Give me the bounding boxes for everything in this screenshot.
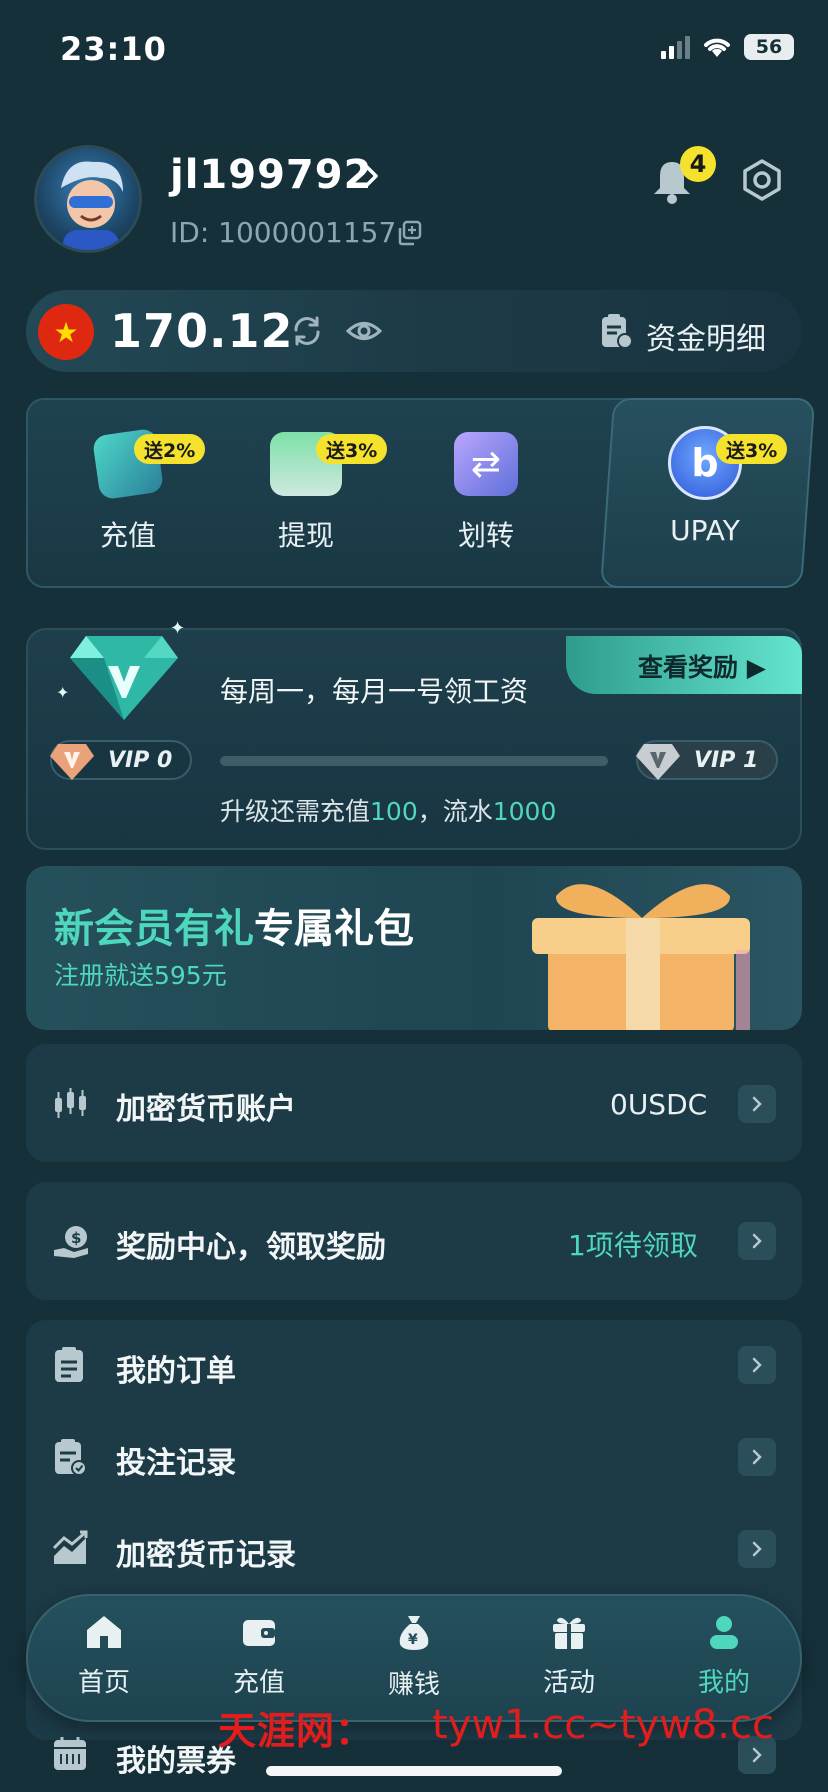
cellular-signal-icon <box>661 35 690 59</box>
nav-deposit[interactable]: 充值 <box>199 1614 319 1699</box>
watermark-text: 天涯网： <box>218 1708 375 1753</box>
refresh-icon[interactable] <box>290 314 324 348</box>
withdraw-bonus-tag: 送3% <box>316 434 388 464</box>
nav-activity[interactable]: 活动 <box>509 1614 629 1699</box>
vip-next-level: VIP 1 <box>694 747 759 773</box>
home-indicator[interactable] <box>266 1766 562 1776</box>
settings-icon[interactable] <box>740 158 784 202</box>
chevron-right-icon[interactable] <box>738 1346 776 1384</box>
crypto-account-value: 0USDC <box>610 1088 708 1121</box>
fund-details-icon[interactable] <box>600 313 632 349</box>
money-bag-icon: ¥ <box>399 1616 429 1650</box>
reward-coin-hand-icon: $ <box>54 1226 88 1258</box>
svg-text:✦: ✦ <box>170 618 185 639</box>
balance-amount: 170.12 <box>110 304 294 358</box>
svg-text:✦: ✦ <box>56 683 69 702</box>
withdraw-label: 提现 <box>277 519 334 552</box>
china-flag-icon: ★ <box>38 304 94 360</box>
vip-diamond-icon: ✦ ✦ <box>56 618 185 720</box>
new-member-title: 新会员有礼专属礼包 <box>54 906 414 952</box>
nav-activity-label: 活动 <box>542 1668 595 1698</box>
battery-indicator: 56 <box>744 34 794 60</box>
home-icon <box>87 1616 121 1648</box>
copy-icon[interactable] <box>396 220 422 246</box>
nav-mine[interactable]: 我的 <box>664 1614 784 1699</box>
reward-center-value: 1项待领取 <box>568 1229 698 1262</box>
status-icons: 56 <box>661 34 794 60</box>
status-time: 23:10 <box>60 30 167 68</box>
deposit-label: 充值 <box>99 519 156 552</box>
vip-current-level: VIP 0 <box>108 747 173 773</box>
menu-item-orders-label: 我的订单 <box>116 1354 236 1389</box>
username[interactable]: jl199792 <box>170 152 372 198</box>
deposit-bonus-tag: 送2% <box>134 434 206 464</box>
nav-earn[interactable]: ¥ 赚钱 <box>354 1614 474 1701</box>
user-icon <box>710 1616 738 1649</box>
notification-badge: 4 <box>680 146 716 182</box>
wifi-icon <box>704 38 730 57</box>
chevron-right-icon[interactable] <box>738 1438 776 1476</box>
gift-icon <box>553 1617 585 1649</box>
svg-text:$: $ <box>71 1229 81 1247</box>
nav-home-label: 首页 <box>77 1668 130 1698</box>
menu-item-bet-records-label: 投注记录 <box>116 1446 236 1481</box>
eye-icon[interactable] <box>346 314 382 348</box>
transfer-action[interactable]: ⇄ 划转 <box>426 432 546 554</box>
upay-label: UPAY <box>670 514 740 547</box>
bet-record-icon <box>55 1439 87 1476</box>
crypto-account-label: 加密货币账户 <box>116 1092 296 1127</box>
nav-mine-label: 我的 <box>697 1668 750 1698</box>
user-id: ID: 1000001157 <box>170 216 397 249</box>
transfer-label: 划转 <box>457 519 514 552</box>
chevron-right-icon[interactable] <box>362 163 382 189</box>
vip-headline: 每周一，每月一号领工资 <box>220 675 529 708</box>
transfer-icon: ⇄ <box>454 432 518 496</box>
avatar[interactable] <box>34 145 142 253</box>
nav-deposit-label: 充值 <box>232 1668 285 1698</box>
upay-bonus-tag: 送3% <box>716 434 788 464</box>
avatar-character-icon <box>61 161 123 250</box>
wallet-icon <box>243 1620 275 1646</box>
chevron-right-icon[interactable] <box>738 1530 776 1568</box>
candlestick-icon <box>55 1088 86 1118</box>
svg-text:¥: ¥ <box>408 1632 418 1648</box>
view-rewards-label[interactable]: 查看奖励 ▶ <box>638 648 766 684</box>
ticket-icon <box>54 1737 86 1770</box>
crypto-record-icon <box>52 1530 88 1564</box>
gift-box-icon <box>532 884 750 1030</box>
chevron-right-icon[interactable] <box>738 1222 776 1260</box>
new-member-subtitle: 注册就送595元 <box>54 961 227 990</box>
fund-details-link[interactable]: 资金明细 <box>646 314 766 358</box>
order-icon <box>55 1347 83 1382</box>
nav-home[interactable]: 首页 <box>44 1614 164 1699</box>
vip-upgrade-note: 升级还需充值100，流水1000 <box>220 797 557 826</box>
menu-item-crypto-records-label: 加密货币记录 <box>116 1538 296 1573</box>
vip-silver-diamond-icon <box>636 744 680 780</box>
chevron-right-icon[interactable] <box>738 1085 776 1123</box>
nav-earn-label: 赚钱 <box>387 1670 440 1700</box>
reward-center-label: 奖励中心，领取奖励 <box>116 1230 386 1265</box>
vip-bronze-diamond-icon <box>50 744 94 780</box>
watermark-url: tyw1.cc~tyw8.cc <box>432 1702 774 1748</box>
vip-progress-bar <box>220 756 608 766</box>
